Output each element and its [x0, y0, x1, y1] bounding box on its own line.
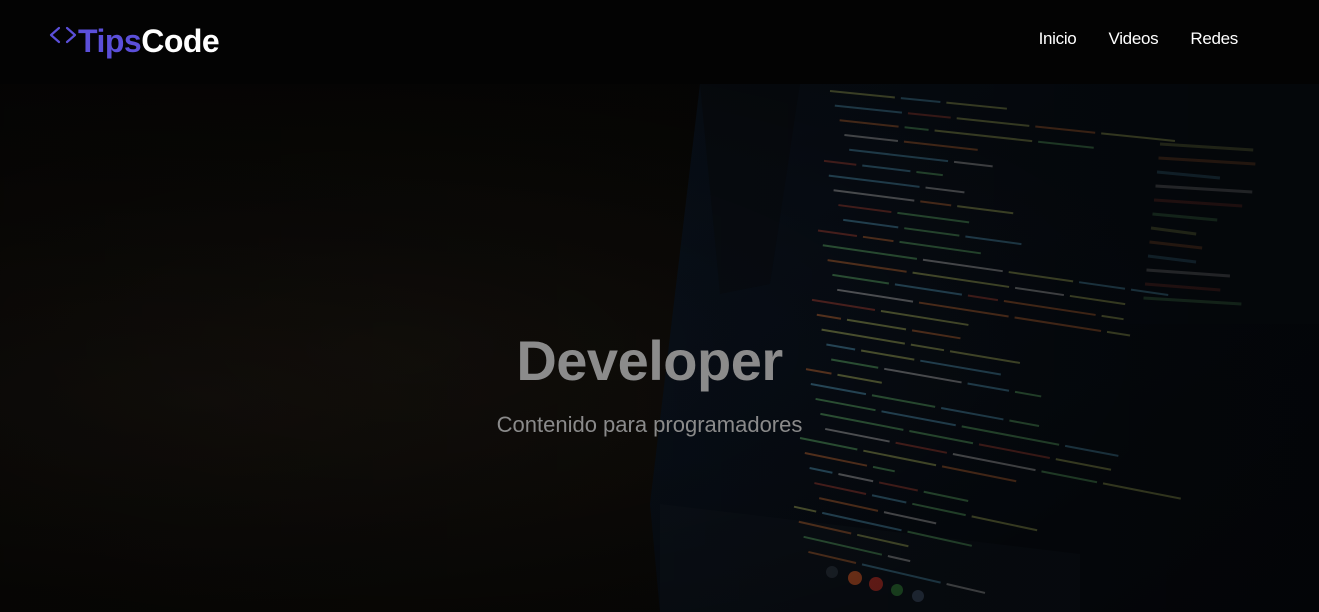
hero-section: Developer Contenido para programadores [0, 84, 1319, 612]
hero-content: Developer Contenido para programadores [0, 324, 1299, 438]
hero-title: Developer [516, 329, 783, 392]
nav-link-inicio[interactable]: Inicio [1039, 29, 1077, 49]
nav-link-videos[interactable]: Videos [1108, 29, 1158, 49]
main-nav: Inicio Videos Redes [1039, 29, 1239, 49]
hero-subtitle: Contenido para programadores [496, 412, 803, 437]
code-brackets-icon [49, 26, 77, 44]
brand-name: TipsCode [78, 22, 220, 60]
brand-name-code: Code [141, 23, 220, 59]
brand-logo[interactable]: TipsCode [48, 22, 220, 62]
brand-name-tips: Tips [78, 23, 142, 59]
top-navbar: TipsCode Inicio Videos Redes [0, 0, 1319, 84]
nav-link-redes[interactable]: Redes [1190, 29, 1238, 49]
